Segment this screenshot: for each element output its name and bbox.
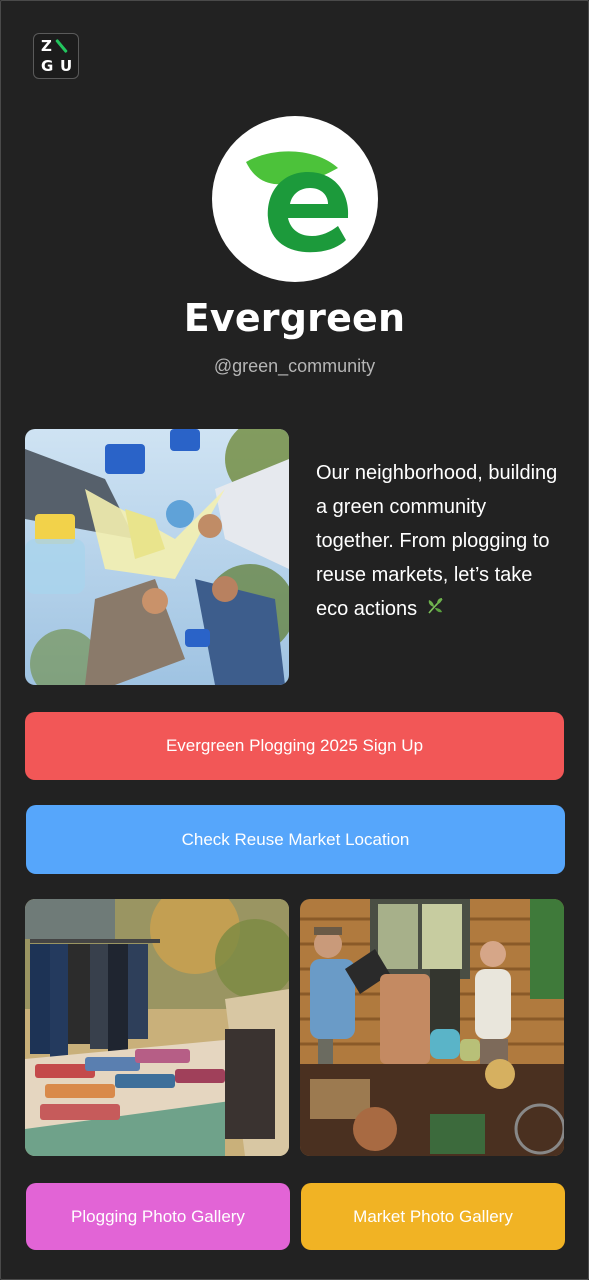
profile-avatar	[212, 116, 378, 282]
market-photo-gallery-button[interactable]: Market Photo Gallery	[301, 1183, 565, 1250]
plogging-photo-gallery-button[interactable]: Plogging Photo Gallery	[26, 1183, 290, 1250]
market-people-photo	[300, 899, 564, 1156]
intro-text-block: Our neighborhood, building a green commu…	[316, 456, 566, 627]
logo-accent-slash	[55, 38, 68, 54]
logo-letter-z: Z	[41, 37, 52, 55]
zgu-logo[interactable]: Z G U	[33, 33, 79, 79]
logo-letter-u: U	[60, 57, 73, 75]
logo-letter-g: G	[41, 57, 54, 75]
evergreen-leaf-e-logo-icon	[246, 151, 349, 253]
profile-name: Evergreen	[183, 296, 406, 340]
market-clothes-photo	[25, 899, 289, 1156]
herb-emoji-icon	[425, 593, 445, 627]
reuse-market-location-button[interactable]: Check Reuse Market Location	[26, 805, 565, 874]
plogging-group-photo	[25, 429, 289, 685]
profile-handle: @green_community	[213, 356, 376, 376]
plogging-signup-button[interactable]: Evergreen Plogging 2025 Sign Up	[25, 712, 564, 780]
